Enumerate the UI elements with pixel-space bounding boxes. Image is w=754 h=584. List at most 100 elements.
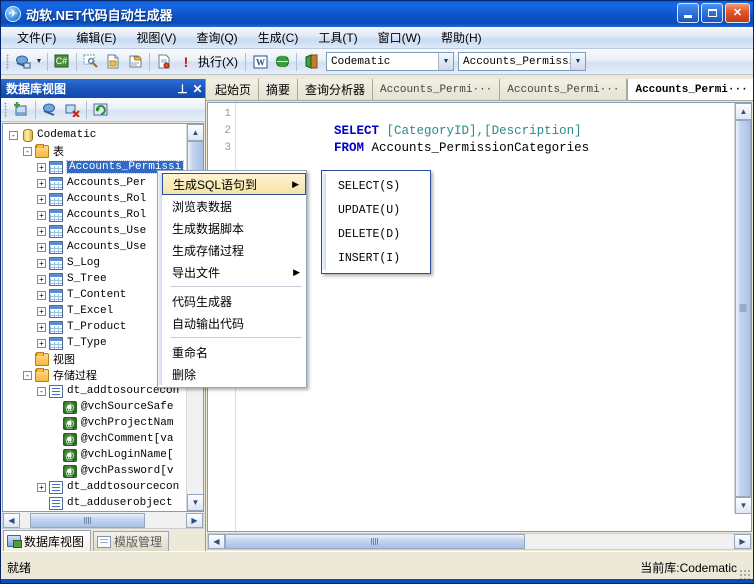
scroll-down-icon[interactable]: ▼ (735, 497, 752, 514)
scroll-thumb[interactable] (735, 120, 751, 497)
expand-icon[interactable]: + (37, 227, 46, 236)
tab-accounts-permi-1[interactable]: Accounts_Permi··· (373, 79, 500, 100)
expand-icon[interactable]: + (37, 179, 46, 188)
tab-accounts-permi-3[interactable]: Accounts_Permi··· (627, 79, 754, 100)
context-item-auto-output-code[interactable]: 自动输出代码 (162, 312, 306, 334)
scroll-track[interactable] (225, 534, 734, 549)
tree-node-codematic[interactable]: - Codematic (3, 127, 186, 143)
scroll-thumb[interactable] (225, 534, 525, 549)
database-combo[interactable]: Codematic ▼ (326, 52, 454, 71)
scroll-left-icon[interactable]: ◀ (3, 513, 20, 528)
connect-icon[interactable] (39, 99, 61, 121)
tree-node-param[interactable]: @ @vchComment[va (3, 431, 186, 447)
expand-icon[interactable]: + (37, 291, 46, 300)
tab-template-manage[interactable]: 模版管理 (93, 531, 169, 551)
context-item-export-file[interactable]: 导出文件 ▶ (162, 261, 306, 283)
tree-node-param[interactable]: @ @vchLoginName[ (3, 447, 186, 463)
editor-vertical-scrollbar[interactable]: ▲ ▼ (734, 103, 751, 514)
expand-icon[interactable]: + (37, 307, 46, 316)
submenu-item-delete[interactable]: DELETE(D) (326, 222, 430, 246)
context-item-browse-data[interactable]: 浏览表数据 (162, 195, 306, 217)
refresh-icon[interactable] (90, 99, 112, 121)
context-item-delete[interactable]: 删除 (162, 363, 306, 385)
scroll-right-icon[interactable]: ▶ (734, 534, 751, 549)
scroll-right-icon[interactable]: ▶ (186, 513, 203, 528)
chevron-down-icon[interactable]: ▼ (438, 53, 453, 70)
add-server-icon[interactable] (10, 99, 32, 121)
scroll-down-icon[interactable]: ▼ (187, 494, 204, 511)
tree-node-proc[interactable]: + dt_addtosourcecon (3, 479, 186, 495)
expand-icon[interactable]: + (37, 323, 46, 332)
collapse-icon[interactable]: - (37, 387, 46, 396)
minimize-button[interactable] (677, 3, 699, 23)
context-item-generate-data-script[interactable]: 生成数据脚本 (162, 217, 306, 239)
collapse-icon[interactable]: - (9, 131, 18, 140)
scroll-up-icon[interactable]: ▲ (735, 103, 752, 120)
tree-node-param[interactable]: @ @vchSourceSafe (3, 399, 186, 415)
menu-tools[interactable]: 工具(T) (308, 27, 367, 48)
submenu-item-insert[interactable]: INSERT(I) (326, 246, 430, 270)
close-button[interactable]: ✕ (725, 3, 750, 23)
context-item-generate-stored-proc[interactable]: 生成存储过程 (162, 239, 306, 261)
chevron-down-icon[interactable]: ▼ (34, 51, 44, 73)
expand-icon[interactable]: + (37, 259, 46, 268)
context-item-rename[interactable]: 重命名 (162, 341, 306, 363)
panel-toolbar-grip[interactable] (4, 102, 7, 118)
expand-icon[interactable]: + (37, 483, 46, 492)
tree-node-label: Codematic (37, 129, 96, 141)
menu-file[interactable]: 文件(F) (7, 27, 66, 48)
open-document-icon[interactable] (124, 51, 146, 73)
submenu-item-select[interactable]: SELECT(S) (326, 174, 430, 198)
new-document-icon[interactable] (102, 51, 124, 73)
tab-query-analyzer[interactable]: 查询分析器 (298, 79, 373, 100)
word-export-icon[interactable]: W (249, 51, 271, 73)
menu-help[interactable]: 帮助(H) (431, 27, 492, 48)
expand-icon[interactable]: + (37, 243, 46, 252)
run-exclamation-icon[interactable]: ! (175, 51, 197, 73)
expand-icon[interactable]: + (37, 163, 46, 172)
code-content[interactable]: SELECT [CategoryID],[Description] FROM A… (236, 103, 751, 531)
scroll-track[interactable] (20, 513, 186, 528)
expand-icon[interactable]: + (37, 339, 46, 348)
collapse-icon[interactable]: - (23, 371, 32, 380)
table-combo[interactable]: Accounts_Permissic ▼ (458, 52, 586, 71)
tree-node-tables[interactable]: - 表 (3, 143, 186, 159)
submenu-item-update[interactable]: UPDATE(U) (326, 198, 430, 222)
pin-icon[interactable]: ⊥ (175, 83, 190, 95)
scroll-left-icon[interactable]: ◀ (208, 534, 225, 549)
expand-icon[interactable]: + (37, 211, 46, 220)
chevron-down-icon[interactable]: ▼ (570, 53, 585, 70)
scroll-thumb[interactable] (30, 513, 145, 528)
menu-generate[interactable]: 生成(C) (248, 27, 309, 48)
new-connection-icon[interactable] (12, 51, 34, 73)
tab-accounts-permi-2[interactable]: Accounts_Permi··· (500, 79, 627, 100)
toolbar-grip[interactable] (6, 54, 9, 70)
maximize-button[interactable] (701, 3, 723, 23)
query-designer-icon[interactable] (80, 51, 102, 73)
context-item-generate-sql[interactable]: 生成SQL语句到 ▶ (162, 173, 306, 195)
web-icon[interactable] (271, 51, 293, 73)
script-icon[interactable] (153, 51, 175, 73)
collapse-icon[interactable]: - (23, 147, 32, 156)
tree-node-param[interactable]: @ @vchProjectNam (3, 415, 186, 431)
expand-icon[interactable]: + (37, 195, 46, 204)
scroll-up-icon[interactable]: ▲ (187, 124, 204, 141)
menu-edit[interactable]: 编辑(E) (66, 27, 126, 48)
csharp-project-icon[interactable]: C# (51, 51, 73, 73)
execute-label[interactable]: 执行(X) (197, 53, 242, 70)
menu-window[interactable]: 窗口(W) (368, 27, 431, 48)
editor-horizontal-scrollbar[interactable]: ◀ ▶ (207, 533, 752, 550)
menu-view[interactable]: 视图(V) (126, 27, 186, 48)
exit-icon[interactable] (300, 51, 322, 73)
tree-horizontal-scrollbar[interactable]: ◀ ▶ (2, 512, 204, 529)
tab-start-page[interactable]: 起始页 (208, 79, 259, 100)
tree-node-proc[interactable]: dt_adduserobject (3, 495, 186, 511)
menu-query[interactable]: 查询(Q) (186, 27, 247, 48)
tab-database-view[interactable]: 数据库视图 (3, 530, 91, 551)
context-item-code-generator[interactable]: 代码生成器 (162, 290, 306, 312)
tab-summary[interactable]: 摘要 (259, 79, 298, 100)
disconnect-icon[interactable] (61, 99, 83, 121)
expand-icon[interactable]: + (37, 275, 46, 284)
close-icon[interactable]: ✕ (190, 83, 205, 95)
tree-node-param[interactable]: @ @vchPassword[v (3, 463, 186, 479)
